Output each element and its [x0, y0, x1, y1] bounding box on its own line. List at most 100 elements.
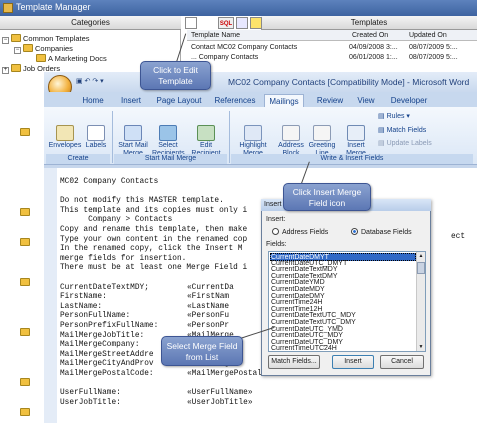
document-line: In the renamed copy, click the Insert M — [60, 245, 243, 254]
greeting-icon — [313, 125, 331, 141]
radio-selected-icon — [351, 228, 358, 235]
document-text-fragment: ect — [451, 233, 466, 241]
folder-icon — [11, 64, 21, 72]
document-line: UserJobTitle: — [60, 398, 121, 407]
rules-button[interactable]: ▤ Rules ▾ — [378, 113, 422, 121]
tab-mailings[interactable]: Mailings — [264, 94, 304, 107]
template-manager-title-bar: Template Manager — [0, 0, 477, 16]
document-line: MailMergeCompany: — [60, 341, 140, 350]
document-line: This template and its copies must only i — [60, 206, 248, 215]
collapse-icon[interactable]: − — [2, 37, 9, 44]
tab-home[interactable]: Home — [78, 94, 108, 107]
template-manager-icon — [3, 3, 13, 13]
document-line: LastName: — [60, 302, 103, 311]
merge-field-code: «UserFullName» — [187, 389, 253, 398]
document-icon — [124, 125, 142, 141]
expand-icon[interactable]: + — [2, 67, 9, 74]
folder-icon — [20, 127, 32, 138]
folder-icon — [20, 237, 32, 248]
column-created-on[interactable]: Created On — [352, 30, 388, 41]
field-list-item[interactable]: CurrentTimeUTC24H — [271, 345, 337, 351]
callout-edit-template: Click to Edit Template — [140, 61, 211, 90]
address-icon — [282, 125, 300, 141]
tab-developer[interactable]: Developer — [386, 94, 432, 107]
document-line: MailMergeCityAndProv — [60, 360, 154, 369]
folder-icon — [20, 327, 32, 338]
document-line: Copy and rename this template, then make — [60, 226, 248, 234]
mailings-ribbon: Envelopes Labels Create Start Mail Merge… — [44, 107, 477, 165]
template-row[interactable]: Contact MC02 Company Contacts 04/09/2008… — [187, 43, 477, 53]
labels-button[interactable]: Labels — [84, 125, 108, 150]
ribbon-separator — [229, 111, 230, 163]
folder-icon — [20, 407, 32, 418]
template-grid-header: Template Name Created On Updated On — [187, 30, 477, 41]
new-document-icon[interactable] — [185, 17, 197, 29]
document-line: merge fields for insertion. — [60, 254, 187, 263]
recipients-icon — [159, 125, 177, 141]
quick-access-toolbar[interactable]: ▣ ↶ ↷ ▾ — [76, 77, 104, 85]
scroll-thumb[interactable] — [417, 262, 425, 274]
document-line: MailMergeJobTitle: — [60, 331, 145, 340]
merge-field-code: «CurrentDa — [187, 283, 234, 292]
cancel-button[interactable]: Cancel — [380, 355, 424, 369]
document-line: CurrentDateTextMDY; — [60, 283, 149, 292]
ruler — [44, 165, 477, 168]
column-template-name[interactable]: Template Name — [191, 30, 240, 41]
insert-button[interactable]: Insert — [332, 355, 374, 369]
collapse-icon[interactable]: − — [14, 47, 21, 54]
word-title: MC02 Company Contacts [Compatibility Mod… — [228, 77, 470, 87]
document-line: There must be at least one Merge Field i — [60, 264, 248, 273]
labels-icon — [87, 125, 105, 141]
scroll-down-icon[interactable]: ▼ — [417, 343, 425, 351]
sql-button[interactable]: SQL — [218, 17, 234, 29]
fields-scrollbar[interactable]: ▲ ▼ — [416, 252, 425, 351]
templates-header: Templates — [261, 16, 477, 30]
merge-field-code: «FirstNam — [187, 293, 230, 302]
match-fields-dialog-button[interactable]: Match Fields... — [268, 355, 320, 369]
tab-review[interactable]: Review — [314, 94, 346, 107]
fields-list[interactable]: CurrentDateDMYT CurrentDateUTC_DMYT Curren… — [268, 251, 426, 352]
group-write-insert-fields: Write & Insert Fields — [231, 154, 473, 164]
lock-icon[interactable] — [250, 17, 262, 29]
scroll-up-icon[interactable]: ▲ — [417, 252, 425, 260]
merge-field-code: «UserJobTitle» — [187, 398, 253, 407]
edit-template-icon[interactable] — [236, 17, 248, 29]
template-manager-title: Template Manager — [16, 2, 91, 12]
document-line: Type your own content in the renamed cop — [60, 235, 248, 244]
folder-icon — [11, 34, 21, 42]
document-line: FirstName: — [60, 293, 107, 302]
categories-header: Categories — [0, 16, 181, 30]
update-labels-button: ▤ Update Labels — [378, 140, 432, 147]
ribbon-tabs: Home Insert Page Layout References Maili… — [44, 92, 477, 107]
highlight-icon — [244, 125, 262, 141]
callout-select-merge-field: Select Merge Field from List — [161, 336, 243, 366]
document-line: MC02 Company Contacts — [60, 178, 159, 186]
tab-references[interactable]: References — [210, 94, 260, 107]
envelope-icon — [56, 125, 74, 141]
document-line: PersonFullName: — [60, 312, 131, 321]
rules-icon: ▤ — [378, 113, 387, 120]
envelopes-button[interactable]: Envelopes — [48, 125, 82, 150]
template-row[interactable]: ... Company Contacts 06/01/2008 1:... 08… — [187, 53, 477, 63]
folder-icon — [23, 44, 33, 52]
folder-icon — [20, 377, 32, 388]
column-updated-on[interactable]: Updated On — [409, 30, 447, 41]
address-fields-radio[interactable]: Address Fields — [272, 228, 328, 236]
match-fields-button[interactable]: ▤ Match Fields — [378, 127, 438, 135]
tab-view[interactable]: View — [352, 94, 380, 107]
edit-list-icon — [197, 125, 215, 141]
tab-page-layout[interactable]: Page Layout — [154, 94, 204, 107]
tab-insert[interactable]: Insert — [116, 94, 146, 107]
group-create: Create — [46, 154, 110, 164]
merge-field-code: «LastName — [187, 302, 230, 311]
radio-icon — [272, 228, 279, 235]
document-line: UserFullName: — [60, 389, 121, 398]
document-line: Company > Contacts — [60, 216, 173, 225]
group-start-mail-merge: Start Mail Merge — [114, 154, 227, 164]
template-toolbar: SQL — [181, 16, 262, 30]
database-fields-radio[interactable]: Database Fields — [351, 228, 412, 236]
document-line: MailMergePostalCode: — [60, 370, 154, 378]
fields-label: Fields: — [266, 241, 287, 248]
document-line: Do not modify this MASTER template. — [60, 197, 224, 206]
word-title-bar: ▣ ↶ ↷ ▾ MC02 Company Contacts [Compatibi… — [44, 72, 477, 99]
